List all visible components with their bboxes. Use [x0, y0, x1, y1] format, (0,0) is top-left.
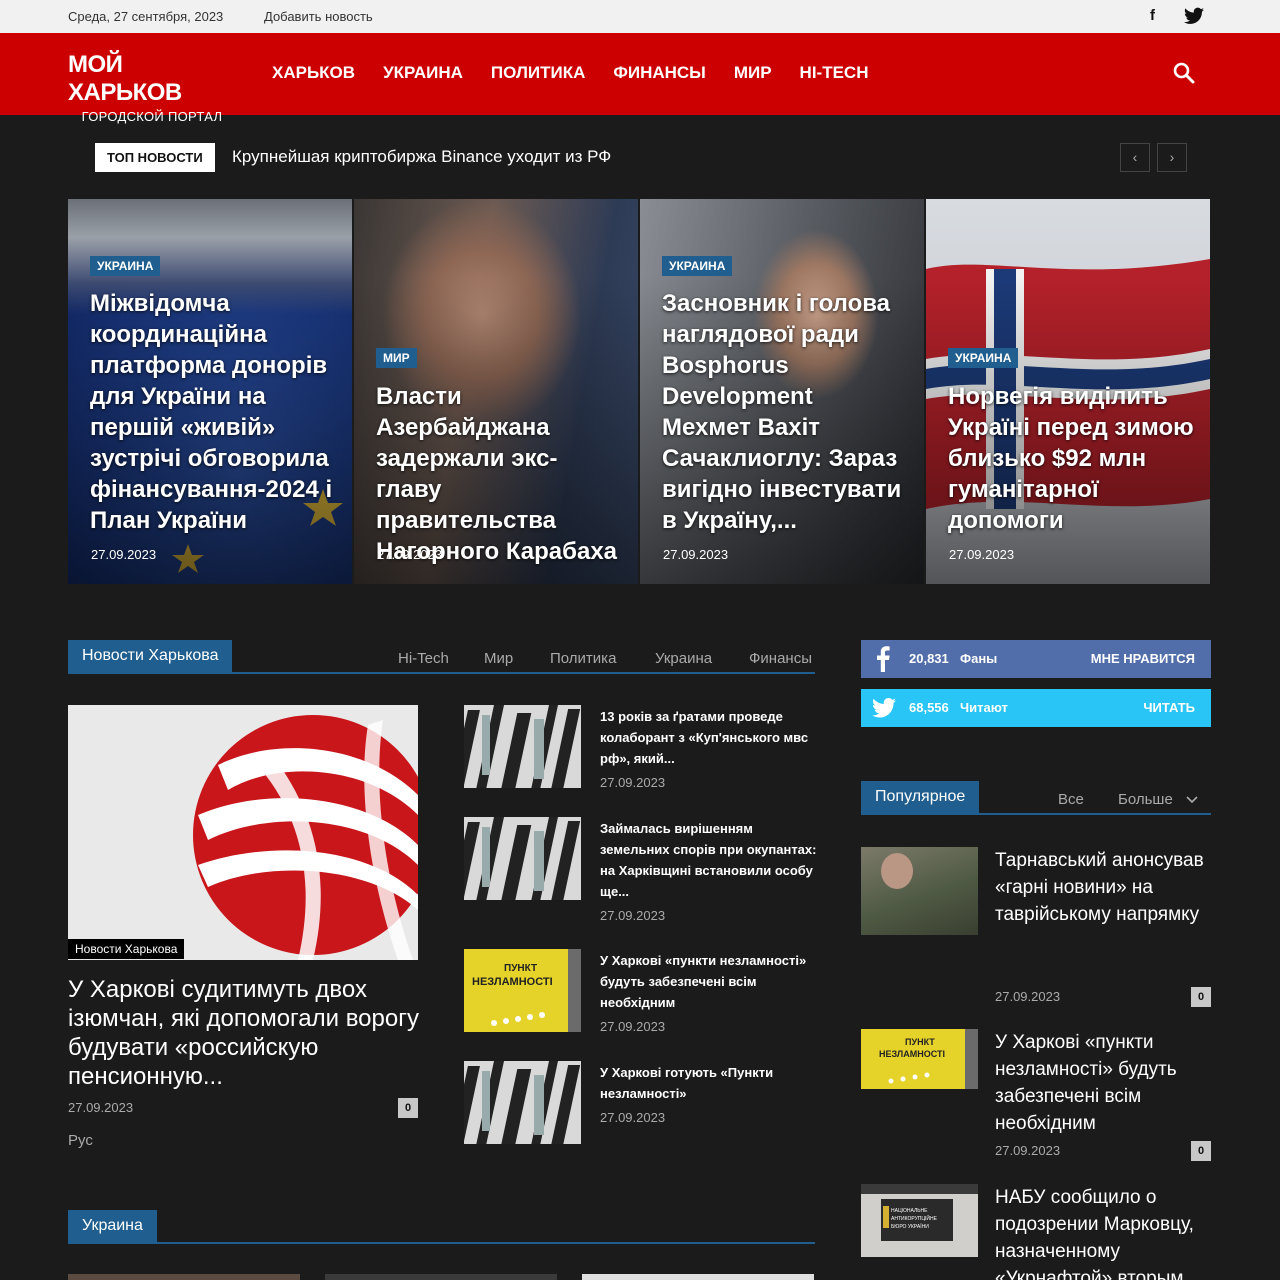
- nav-item-politics[interactable]: ПОЛИТИКА: [491, 63, 585, 83]
- newspaper-thumbnail[interactable]: [464, 705, 581, 788]
- add-news-link[interactable]: Добавить новость: [264, 9, 373, 24]
- feature-title[interactable]: Засновник і голова наглядової ради Bosph…: [662, 288, 908, 536]
- ticker-headline[interactable]: Крупнейшая криптобиржа Binance уходит из…: [232, 147, 611, 167]
- list-item-title[interactable]: Займалась вирішенням земельних спорів пр…: [600, 818, 818, 902]
- facebook-count: 20,831: [909, 651, 949, 666]
- comment-count-badge[interactable]: 0: [398, 1098, 418, 1118]
- popular-item-date: 27.09.2023: [995, 1143, 1061, 1158]
- globe-graphic: [68, 705, 418, 960]
- nabu-line2: АНТИКОРУПЦІЙНЕ: [891, 1214, 938, 1222]
- facebook-icon[interactable]: f: [1150, 7, 1155, 24]
- nav-item-ukraine[interactable]: УКРАИНА: [383, 63, 463, 83]
- nabu-line3: БЮРО УКРАЇНИ: [891, 1223, 929, 1230]
- current-date: Среда, 27 сентября, 2023: [68, 9, 224, 24]
- main-nav: ХАРЬКОВ УКРАИНА ПОЛИТИКА ФИНАНСЫ МИР HI-…: [272, 63, 897, 83]
- ukraine-article-image[interactable]: [582, 1274, 814, 1280]
- feature-card[interactable]: УКРАИНА Засновник і голова наглядової ра…: [640, 199, 924, 584]
- nabu-line1: НАЦІОНАЛЬНЕ: [891, 1208, 928, 1214]
- feature-card[interactable]: УКРАИНА Міжвідомча координаційна платфор…: [68, 199, 352, 584]
- site-header: МОЙ ХАРЬКОВ ГОРОДСКОЙ ПОРТАЛ ХАРЬКОВ УКР…: [0, 33, 1280, 124]
- punkt-line2: НЕЗЛАМНОСТІ: [472, 976, 553, 988]
- filter-world[interactable]: Мир: [484, 650, 513, 667]
- feature-card[interactable]: УКРАИНА Норвегія виділить Україні перед …: [926, 199, 1210, 584]
- language-label[interactable]: Рус: [68, 1132, 93, 1149]
- main-article-category[interactable]: Новости Харькова: [68, 939, 185, 959]
- list-item-title[interactable]: У Харкові готують «Пункти незламності»: [600, 1062, 818, 1104]
- chevron-down-icon[interactable]: [1186, 796, 1198, 804]
- feature-date: 27.09.2023: [663, 547, 729, 562]
- list-item-date: 27.09.2023: [600, 1110, 666, 1125]
- site-logo[interactable]: МОЙ ХАРЬКОВ ГОРОДСКОЙ ПОРТАЛ: [68, 51, 236, 124]
- nabu-sign-thumbnail[interactable]: НАЦІОНАЛЬНЕ АНТИКОРУПЦІЙНЕ БЮРО УКРАЇНИ: [861, 1184, 978, 1257]
- popular-item-title[interactable]: НАБУ сообщило о подозрении Марковцу, наз…: [995, 1184, 1215, 1280]
- popular-item-title[interactable]: У Харкові «пункти незламності» будуть за…: [995, 1029, 1215, 1137]
- block-title[interactable]: Популярное: [861, 781, 980, 813]
- popular-item-date: 27.09.2023: [995, 989, 1061, 1004]
- ukraine-article-image[interactable]: [68, 1274, 300, 1280]
- newspaper-thumbnail[interactable]: [464, 817, 581, 900]
- news-ticker: ТОП НОВОСТИ Крупнейшая криптобиржа Binan…: [0, 115, 1280, 199]
- ticker-prev-button[interactable]: ‹: [1120, 143, 1150, 172]
- twitter-counter[interactable]: 68,556 Читают ЧИТАТЬ: [861, 689, 1211, 727]
- popular-item-title[interactable]: Тарнавський анонсував «гарні новини» на …: [995, 847, 1215, 928]
- feature-date: 27.09.2023: [91, 547, 157, 562]
- ukraine-article-image[interactable]: [325, 1274, 557, 1280]
- feature-category[interactable]: МИР: [376, 348, 417, 368]
- nav-item-kharkov[interactable]: ХАРЬКОВ: [272, 63, 355, 83]
- feature-title[interactable]: Міжвідомча координаційна платформа донор…: [90, 288, 336, 536]
- logo-title: МОЙ ХАРЬКОВ: [68, 51, 182, 106]
- feature-date: 27.09.2023: [377, 547, 443, 562]
- twitter-count: 68,556: [909, 700, 949, 715]
- facebook-icon: [877, 646, 890, 672]
- nav-item-hitech[interactable]: HI-TECH: [800, 63, 869, 83]
- main-article-image[interactable]: [68, 705, 418, 960]
- top-bar: Среда, 27 сентября, 2023 Добавить новост…: [0, 0, 1280, 33]
- list-item-date: 27.09.2023: [600, 775, 666, 790]
- ticker-next-button[interactable]: ›: [1157, 143, 1187, 172]
- feature-category[interactable]: УКРАИНА: [90, 256, 161, 276]
- punkt-line1: ПУНКТ: [504, 963, 537, 974]
- twitter-follow-button[interactable]: ЧИТАТЬ: [1143, 700, 1195, 715]
- list-item-title[interactable]: У Харкові «пункти незламності» будуть за…: [600, 950, 818, 1013]
- facebook-label: Фаны: [960, 651, 998, 666]
- filter-hitech[interactable]: Hi-Tech: [398, 650, 449, 667]
- punkt-line1: ПУНКТ: [905, 1037, 935, 1047]
- main-article-date: 27.09.2023: [68, 1100, 134, 1115]
- popular-tab-more[interactable]: Больше: [1118, 791, 1173, 808]
- popular-tab-all[interactable]: Все: [1058, 791, 1084, 808]
- list-item-date: 27.09.2023: [600, 1019, 666, 1034]
- block-title[interactable]: Новости Харькова: [68, 640, 233, 672]
- feature-category[interactable]: УКРАИНА: [948, 348, 1019, 368]
- ukraine-news-header: Украина: [68, 1210, 815, 1244]
- ticker-label: ТОП НОВОСТИ: [95, 143, 215, 172]
- punkt-line2: НЕЗЛАМНОСТІ: [879, 1049, 945, 1059]
- punkt-sign-thumbnail[interactable]: ПУНКТ НЕЗЛАМНОСТІ: [861, 1029, 978, 1089]
- nav-item-finance[interactable]: ФИНАНСЫ: [613, 63, 705, 83]
- nav-item-world[interactable]: МИР: [734, 63, 772, 83]
- facebook-counter[interactable]: 20,831 Фаны МНЕ НРАВИТСЯ: [861, 640, 1211, 678]
- comment-count-badge[interactable]: 0: [1191, 1141, 1211, 1161]
- filter-ukraine[interactable]: Украина: [655, 650, 712, 667]
- facebook-like-button[interactable]: МНЕ НРАВИТСЯ: [1091, 651, 1195, 666]
- feature-date: 27.09.2023: [949, 547, 1015, 562]
- feature-title[interactable]: Власти Азербайджана задержали экс-главу …: [376, 381, 622, 567]
- main-article-title[interactable]: У Харкові судитимуть двох ізюмчан, які д…: [68, 975, 420, 1091]
- block-title[interactable]: Украина: [68, 1210, 157, 1242]
- newspaper-thumbnail[interactable]: [464, 1061, 581, 1144]
- feature-title[interactable]: Норвегія виділить Україні перед зимою бл…: [948, 381, 1194, 536]
- twitter-label: Читают: [960, 700, 1008, 715]
- comment-count-badge[interactable]: 0: [1191, 987, 1211, 1007]
- filter-finance[interactable]: Финансы: [749, 650, 812, 667]
- feature-category[interactable]: УКРАИНА: [662, 256, 733, 276]
- twitter-icon: [872, 698, 896, 718]
- feature-card[interactable]: МИР Власти Азербайджана задержали экс-гл…: [354, 199, 638, 584]
- soldier-photo-thumbnail[interactable]: [861, 847, 978, 935]
- list-item-date: 27.09.2023: [600, 908, 666, 923]
- search-icon[interactable]: [1172, 61, 1196, 85]
- twitter-icon[interactable]: [1184, 7, 1204, 25]
- punkt-sign-thumbnail[interactable]: ПУНКТ НЕЗЛАМНОСТІ: [464, 949, 581, 1032]
- list-item-title[interactable]: 13 років за ґратами проведе колаборант з…: [600, 706, 818, 769]
- filter-politics[interactable]: Политика: [550, 650, 616, 667]
